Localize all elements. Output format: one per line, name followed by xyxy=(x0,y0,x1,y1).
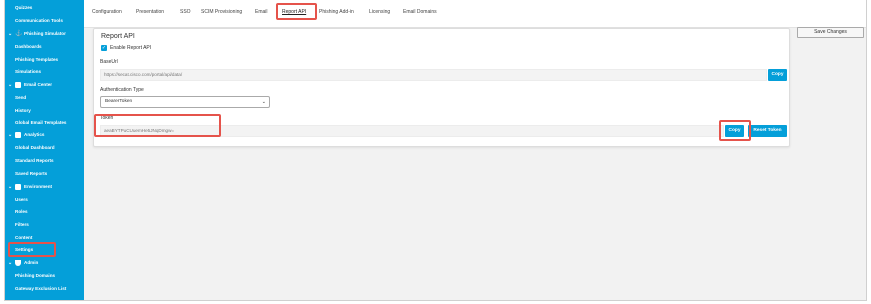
shield-icon xyxy=(15,260,21,266)
mail-icon xyxy=(15,82,21,88)
sidebar-item-history[interactable]: History xyxy=(5,106,31,116)
app-window: Quizzes Communication Tools ⌄ ⚓ Phishing S… xyxy=(4,0,867,301)
sidebar-item-filters[interactable]: Filters xyxy=(5,220,29,230)
save-changes-button[interactable]: Save Changes xyxy=(797,27,864,38)
tab-presentation[interactable]: Presentation xyxy=(136,9,164,15)
enable-report-api-label: Enable Report API xyxy=(110,45,152,51)
sidebar-item-send[interactable]: Send xyxy=(5,93,26,103)
chevron-down-icon: ⌄ xyxy=(8,184,13,190)
sidebar-item-label: Communication Tools xyxy=(15,18,63,23)
chevron-down-icon: ⌄ xyxy=(8,132,13,138)
tab-configuration[interactable]: Configuration xyxy=(92,9,122,15)
sidebar-item-saved-reports[interactable]: Saved Reports xyxy=(5,169,47,179)
sidebar-item-label: Filters xyxy=(15,222,29,227)
sidebar-group-label: Phishing Simulator xyxy=(24,31,66,36)
sidebar-item-quizzes[interactable]: Quizzes xyxy=(5,3,32,13)
sidebar-item-settings[interactable]: Settings xyxy=(5,245,33,255)
sidebar-group-phishing-simulator[interactable]: ⌄ ⚓ Phishing Simulator xyxy=(5,29,66,39)
tab-email-domains[interactable]: Email Domains xyxy=(403,9,437,15)
tab-scim-provisioning[interactable]: SCIM Provisioning xyxy=(201,9,242,15)
tab-licensing[interactable]: Licensing xyxy=(369,9,390,15)
sidebar-item-phishing-domains[interactable]: Phishing Domains xyxy=(5,271,55,281)
sidebar: Quizzes Communication Tools ⌄ ⚓ Phishing S… xyxy=(5,0,84,300)
sidebar-item-label: Global Email Templates xyxy=(15,120,67,125)
sidebar-item-label: Content xyxy=(15,235,33,240)
sidebar-item-label: Roles xyxy=(15,209,28,214)
sidebar-item-label: Global Dashboard xyxy=(15,145,55,150)
sidebar-group-label: Analytics xyxy=(24,132,45,137)
sidebar-item-content[interactable]: Content xyxy=(5,233,32,243)
sidebar-item-users[interactable]: Users xyxy=(5,195,28,205)
sidebar-item-phishing-templates[interactable]: Phishing Templates xyxy=(5,55,58,65)
tab-phishing-add-in[interactable]: Phishing Add-in xyxy=(319,9,354,15)
reset-token-button[interactable]: Reset Token xyxy=(748,125,787,137)
sidebar-item-label: Phishing Templates xyxy=(15,57,59,62)
chart-icon xyxy=(15,132,21,138)
auth-type-label: Authentication Type xyxy=(100,87,144,93)
building-icon xyxy=(15,184,21,190)
sidebar-item-global-dashboard[interactable]: Global Dashboard xyxy=(5,143,55,153)
copy-token-button[interactable]: Copy xyxy=(725,125,744,137)
sidebar-item-global-email-templates[interactable]: Global Email Templates xyxy=(5,118,66,128)
sidebar-group-email-center[interactable]: ⌄ Email Center xyxy=(5,80,52,90)
chevron-down-icon: ⌄ xyxy=(8,31,13,37)
token-field[interactable]: aeaBYTPuCUuemHe5JNqDmgw= xyxy=(100,125,724,137)
base-url-field[interactable]: https://secat.cisco.com/portal/api/data/ xyxy=(100,69,767,81)
settings-tabs: Configuration Presentation SSO SCIM Prov… xyxy=(84,0,866,28)
chevron-down-icon: ⌄ xyxy=(261,99,266,105)
sidebar-item-label: Phishing Domains xyxy=(15,273,56,278)
sidebar-item-label: Simulations xyxy=(15,69,42,74)
tab-email[interactable]: Email xyxy=(255,9,268,15)
sidebar-group-environment[interactable]: ⌄ Environment xyxy=(5,182,52,192)
enable-report-api-checkbox[interactable]: ✓ xyxy=(101,45,107,51)
sidebar-item-dashboards[interactable]: Dashboards xyxy=(5,42,42,52)
sidebar-group-label: Environment xyxy=(24,184,53,189)
sidebar-group-label: Email Center xyxy=(24,82,53,87)
report-api-card: Report API ✓ Enable Report API BaseUrl h… xyxy=(93,28,790,147)
sidebar-item-standard-reports[interactable]: Standard Reports xyxy=(5,156,54,166)
sidebar-group-admin[interactable]: ⌄ Admin xyxy=(5,258,38,268)
sidebar-item-label: Gateway Exclusion List xyxy=(15,286,67,291)
sidebar-item-gateway-exclusion-list[interactable]: Gateway Exclusion List xyxy=(5,284,66,294)
sidebar-item-label: Quizzes xyxy=(15,5,33,10)
sidebar-group-label: Admin xyxy=(24,260,39,265)
sidebar-item-label: Settings xyxy=(15,247,34,252)
sidebar-item-label: Saved Reports xyxy=(15,171,48,176)
sidebar-item-simulations[interactable]: Simulations xyxy=(5,67,41,77)
base-url-label: BaseUrl xyxy=(100,59,118,65)
hook-icon: ⚓ xyxy=(15,31,23,37)
sidebar-item-communication-tools[interactable]: Communication Tools xyxy=(5,16,63,26)
sidebar-item-label: History xyxy=(15,108,31,113)
tab-report-api[interactable]: Report API xyxy=(282,9,306,15)
chevron-down-icon: ⌄ xyxy=(8,82,13,88)
card-title: Report API xyxy=(101,33,135,40)
tab-sso[interactable]: SSO xyxy=(180,9,191,15)
sidebar-item-roles[interactable]: Roles xyxy=(5,207,28,217)
sidebar-item-label: Users xyxy=(15,197,28,202)
auth-type-value: BearerToken xyxy=(105,99,133,104)
token-label: Token xyxy=(100,115,114,121)
sidebar-item-label: Standard Reports xyxy=(15,158,54,163)
chevron-down-icon: ⌄ xyxy=(8,260,13,266)
copy-base-url-button[interactable]: Copy xyxy=(768,69,787,81)
sidebar-item-label: Send xyxy=(15,95,27,100)
auth-type-select[interactable]: BearerToken ⌄ xyxy=(100,96,270,108)
sidebar-item-label: Dashboards xyxy=(15,44,42,49)
sidebar-group-analytics[interactable]: ⌄ Analytics xyxy=(5,130,44,140)
